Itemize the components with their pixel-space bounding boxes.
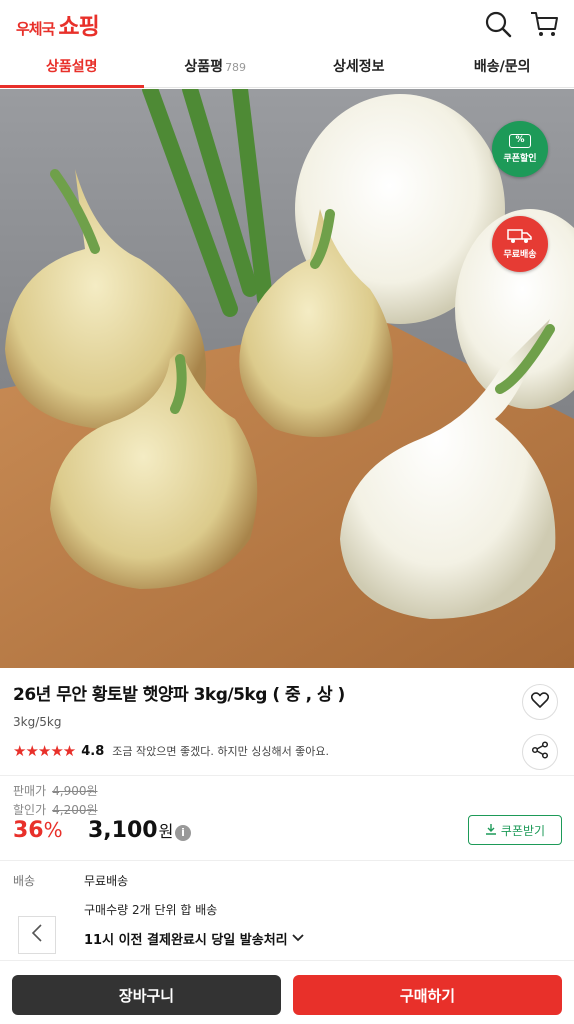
app-header: 우체국 쇼핑 (0, 0, 574, 48)
tab-description[interactable]: 상품설명 (0, 48, 144, 88)
get-coupon-button[interactable]: 쿠폰받기 (468, 815, 562, 845)
rating-score: 4.8 (81, 743, 105, 759)
tab-reviews[interactable]: 상품평 789 (144, 48, 288, 87)
search-icon[interactable] (482, 8, 514, 40)
product-image[interactable]: % 쿠폰할인 무료배송 (0, 89, 574, 668)
shipping-value: 무료배송 (84, 874, 129, 888)
product-title: 26년 무안 황토밭 햇양파 3kg/5kg ( 중 , 상 ) (13, 685, 345, 705)
discount-price-row: 할인가 4,200원 (13, 801, 98, 818)
chevron-down-icon (292, 931, 304, 946)
price-info-icon[interactable]: i (175, 825, 191, 841)
product-option: 3kg/5kg (13, 715, 62, 729)
sale-price: 4,900원 (52, 784, 98, 798)
logo[interactable]: 우체국 쇼핑 (16, 7, 100, 41)
share-button[interactable] (522, 734, 558, 770)
truck-icon (507, 228, 533, 244)
discount-price-label: 할인가 (13, 803, 47, 817)
dispatch-text: 11시 이전 결제완료시 당일 발송처리 (84, 933, 288, 948)
get-coupon-label: 쿠폰받기 (500, 823, 546, 838)
divider (0, 860, 574, 861)
previous-button[interactable] (18, 916, 56, 954)
rating-stars: ★★★★★ (13, 742, 76, 760)
download-icon (485, 823, 497, 838)
coupon-badge-label: 쿠폰할인 (503, 154, 537, 164)
final-price: 3,100원 (88, 818, 174, 843)
add-to-cart-button[interactable]: 장바구니 (12, 975, 281, 1015)
share-icon (531, 741, 549, 763)
coupon-discount-badge[interactable]: % 쿠폰할인 (492, 121, 548, 177)
rating-row[interactable]: ★★★★★ 4.8 조금 작았으면 좋겠다. 하지만 싱싱해서 좋아요. (13, 742, 329, 760)
sale-price-row: 판매가 4,900원 (13, 782, 98, 799)
review-count: 789 (225, 61, 247, 74)
shipping-label: 배송 (13, 874, 36, 888)
chevron-left-icon (31, 923, 43, 947)
review-snippet: 조금 작았으면 좋겠다. 하지만 싱싱해서 좋아요. (112, 745, 330, 758)
discount-price: 4,200원 (52, 803, 98, 817)
logo-big-text: 쇼핑 (58, 14, 99, 40)
shipping-badge-label: 무료배송 (503, 250, 537, 260)
tab-shipping-inquiry[interactable]: 배송/문의 (431, 48, 574, 87)
tab-details[interactable]: 상세정보 (287, 48, 431, 87)
heart-icon (530, 692, 550, 712)
buy-now-button[interactable]: 구매하기 (293, 975, 562, 1015)
dispatch-info[interactable]: 11시 이전 결제완료시 당일 발송처리 (84, 929, 304, 948)
sale-price-label: 판매가 (13, 784, 47, 798)
bottom-action-bar: 장바구니 구매하기 (0, 960, 574, 1024)
free-shipping-badge[interactable]: 무료배송 (492, 216, 548, 272)
logo-small-text: 우체국 (16, 20, 55, 38)
product-tabs: 상품설명 상품평 789 상세정보 배송/문의 (0, 48, 574, 88)
discount-percent: 36% (13, 818, 63, 843)
coupon-percent-icon: % (509, 134, 531, 148)
cart-icon[interactable] (528, 8, 560, 40)
divider (0, 775, 574, 776)
wishlist-button[interactable] (522, 684, 558, 720)
shipping-note: 구매수량 2개 단위 합 배송 (84, 903, 218, 917)
